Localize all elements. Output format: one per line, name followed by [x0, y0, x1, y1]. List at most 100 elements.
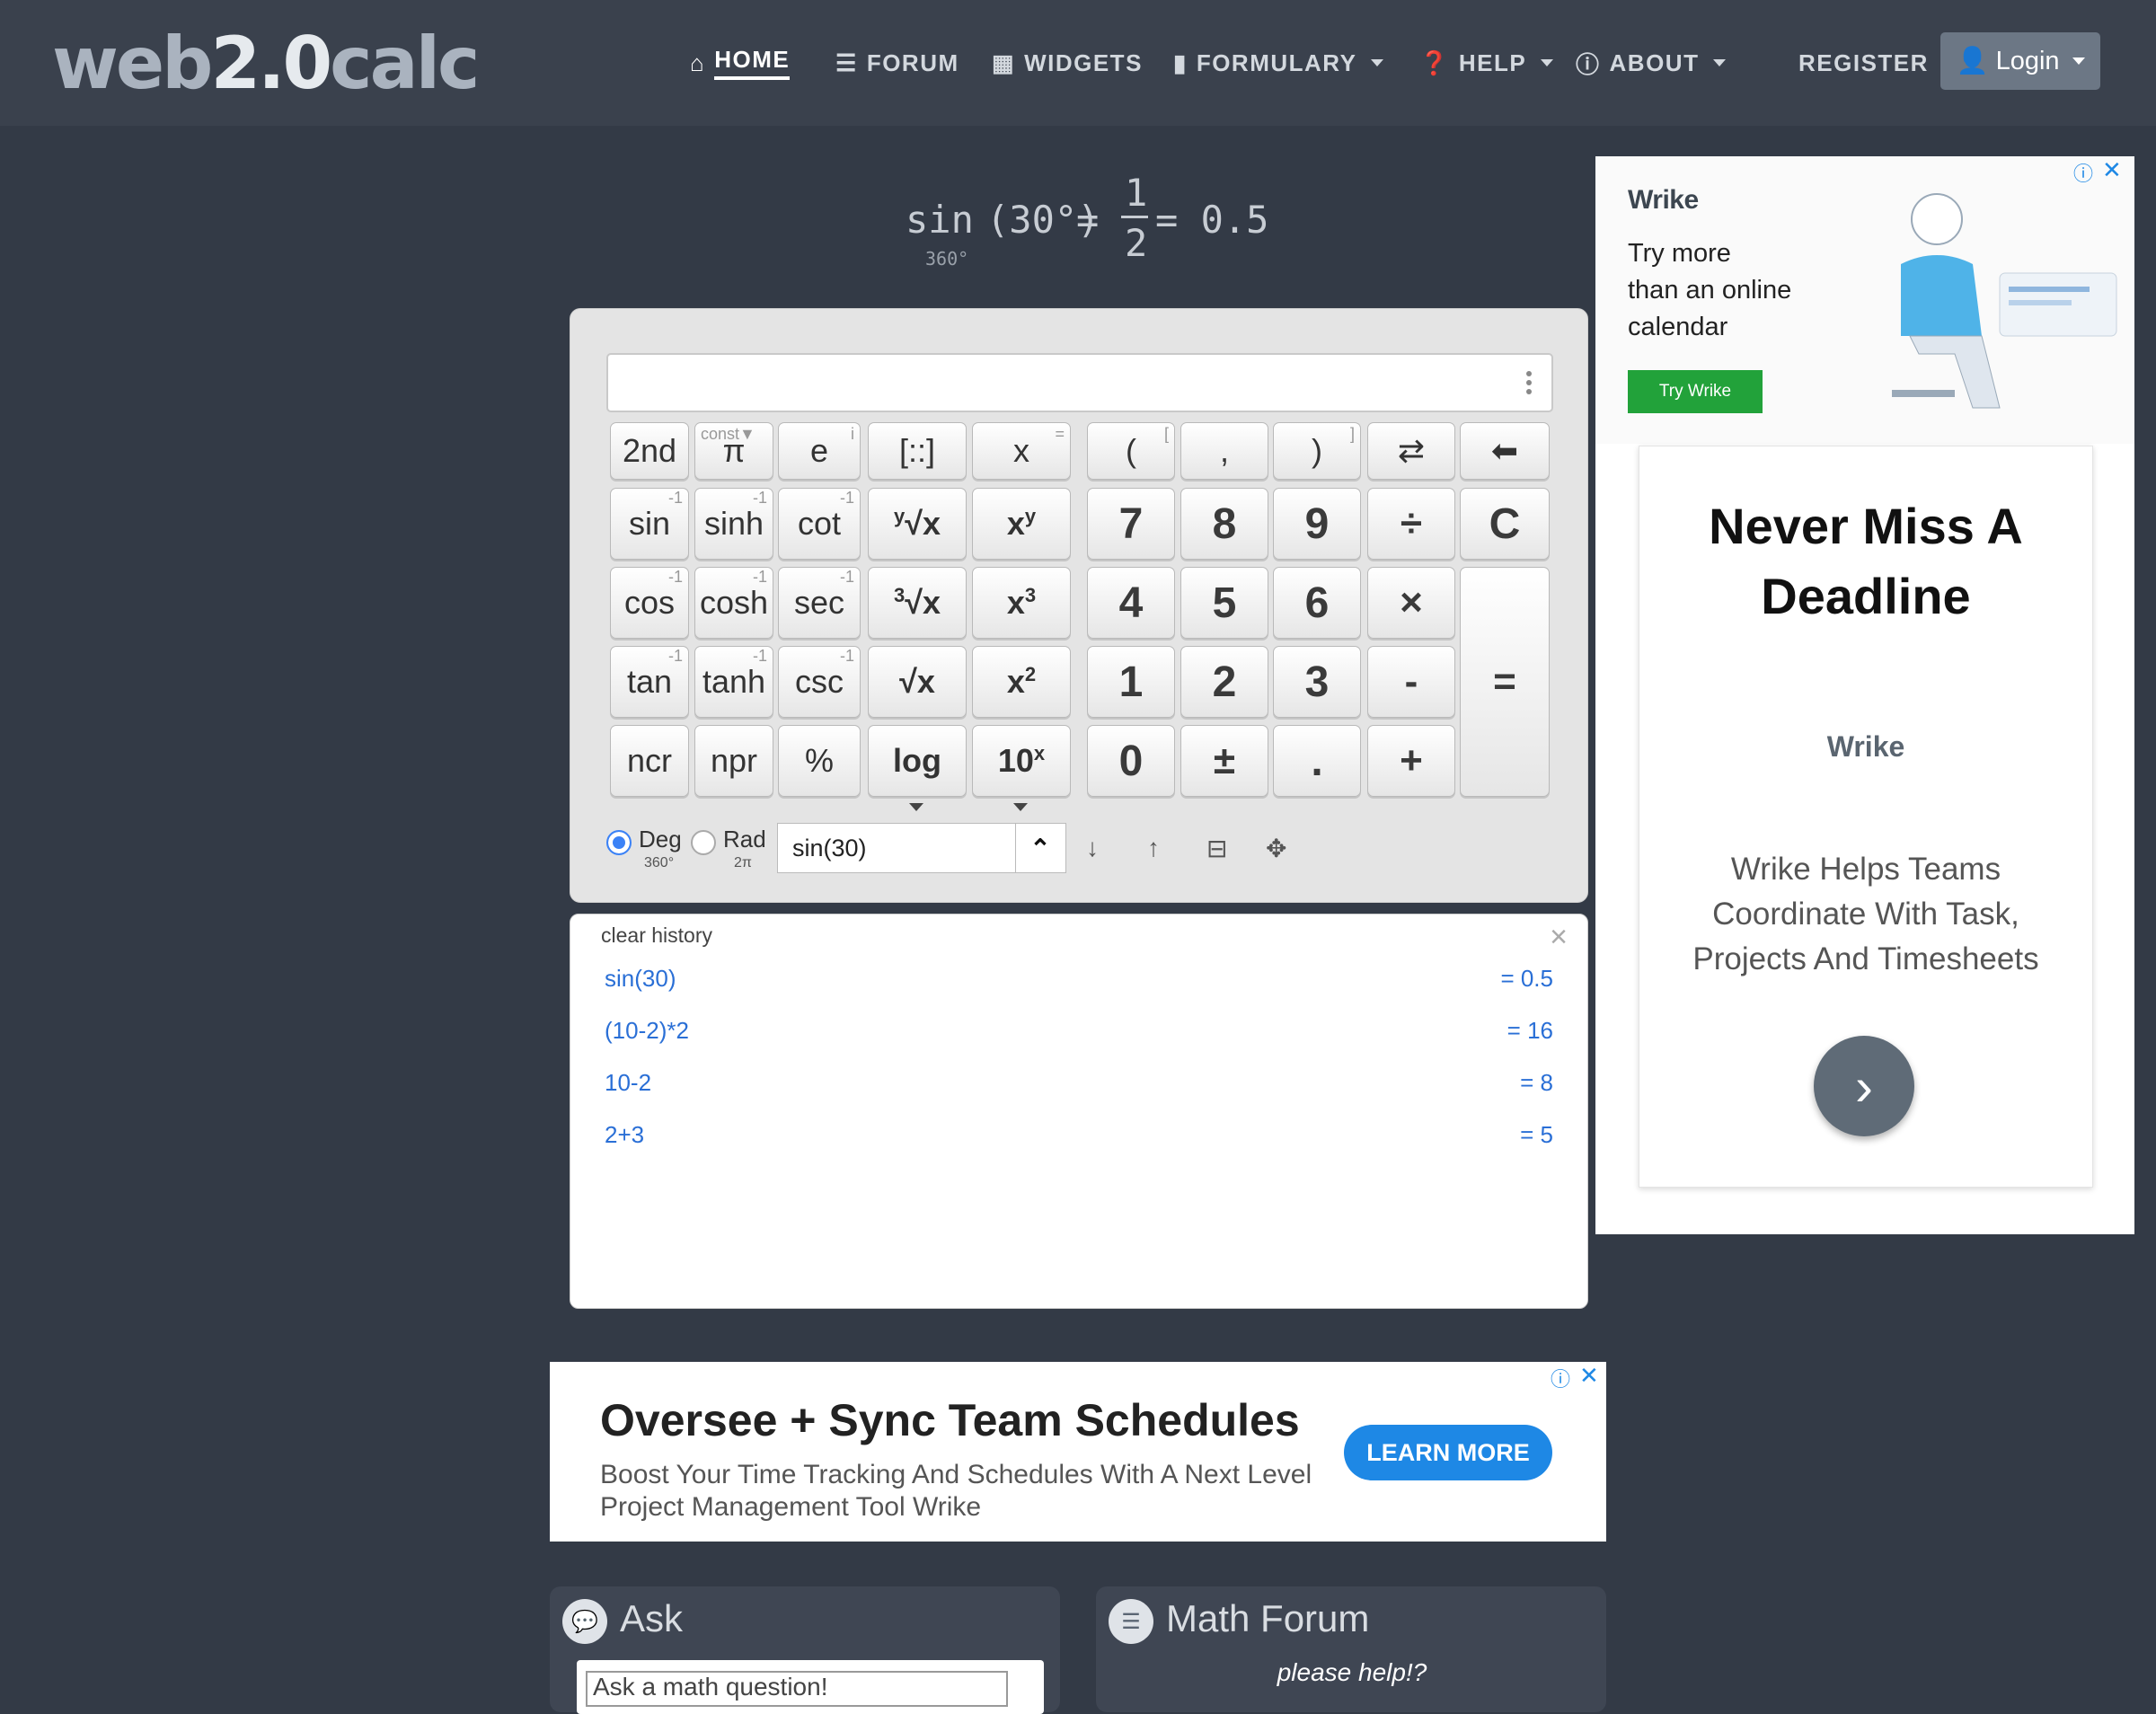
history-expression[interactable]: 2+3 — [605, 1121, 644, 1149]
log-options-caret-icon[interactable] — [909, 803, 923, 811]
key-tanh[interactable]: -1 tanh — [694, 646, 773, 718]
key-cube[interactable]: x3 — [972, 567, 1071, 639]
chevron-down-icon — [1713, 59, 1727, 66]
history-row[interactable]: 10-2 = 8 — [605, 1069, 1553, 1105]
history-result[interactable]: = 5 — [1520, 1121, 1553, 1149]
deg-radio[interactable] — [606, 830, 632, 855]
nav-help-label: HELP — [1458, 49, 1527, 76]
ad-close-icon[interactable]: ✕ — [2102, 156, 2122, 184]
key-rparen[interactable]: ]) — [1273, 422, 1361, 480]
key-2[interactable]: 2 — [1180, 646, 1268, 718]
nav-about[interactable]: ⓘ ABOUT — [1576, 45, 1727, 81]
key-5[interactable]: 5 — [1180, 567, 1268, 639]
key-3[interactable]: 3 — [1273, 646, 1361, 718]
history-row[interactable]: (10-2)*2 = 16 — [605, 1017, 1553, 1053]
key-plus[interactable]: + — [1367, 725, 1455, 797]
rad-radio[interactable] — [691, 830, 716, 855]
history-expression[interactable]: 10-2 — [605, 1069, 651, 1097]
key-7[interactable]: 7 — [1087, 488, 1175, 560]
key-8[interactable]: 8 — [1180, 488, 1268, 560]
clear-history-link[interactable]: clear history — [601, 923, 712, 948]
site-logo[interactable]: web2.0calc — [52, 22, 480, 105]
key-sec[interactable]: -1 sec — [778, 567, 861, 639]
key-decimal[interactable]: . — [1273, 725, 1361, 797]
forum-post-link[interactable]: please help!? — [1096, 1658, 1608, 1687]
history-row[interactable]: sin(30) = 0.5 — [605, 965, 1553, 1001]
key-cot[interactable]: -1 cot — [778, 488, 861, 560]
key-npr[interactable]: npr — [694, 725, 773, 797]
key-sinh[interactable]: -1 sinh — [694, 488, 773, 560]
nav-home[interactable]: ⌂ HOME — [690, 45, 791, 81]
expression-field[interactable]: sin(30) ⌃ — [777, 823, 1066, 873]
question-circle-icon: ❓ — [1419, 49, 1450, 76]
ask-question-input[interactable]: Ask a math question! — [586, 1671, 1008, 1707]
key-csc[interactable]: -1 csc — [778, 646, 861, 718]
side-advertisement[interactable]: Wrike Try more than an online calendar T… — [1595, 156, 2134, 1234]
window-icon[interactable]: ⊟ — [1206, 834, 1227, 863]
key-4[interactable]: 4 — [1087, 567, 1175, 639]
key-1[interactable]: 1 — [1087, 646, 1175, 718]
key-sqrt[interactable]: √x — [868, 646, 967, 718]
history-result[interactable]: = 8 — [1520, 1069, 1553, 1097]
key-matrix[interactable]: [::] — [868, 422, 967, 480]
key-power[interactable]: xy — [972, 488, 1071, 560]
history-expression[interactable]: sin(30) — [605, 965, 676, 993]
key-swap[interactable]: ⇄ — [1367, 422, 1455, 480]
nav-widgets[interactable]: ▦ WIDGETS — [992, 45, 1143, 81]
key-backspace[interactable]: ⬅ — [1460, 422, 1550, 480]
inverse-mark: -1 — [752, 647, 767, 665]
key-ncr[interactable]: ncr — [610, 725, 689, 797]
key-9[interactable]: 9 — [1273, 488, 1361, 560]
power-options-caret-icon[interactable] — [1013, 803, 1028, 811]
calculator-input[interactable] — [606, 353, 1553, 412]
history-row[interactable]: 2+3 = 5 — [605, 1121, 1553, 1157]
chevron-up-icon[interactable]: ⌃ — [1015, 824, 1065, 872]
key-square[interactable]: x2 — [972, 646, 1071, 718]
history-expression[interactable]: (10-2)*2 — [605, 1017, 689, 1045]
key-minus[interactable]: - — [1367, 646, 1455, 718]
bottom-advertisement[interactable]: Oversee + Sync Team Schedules Boost Your… — [550, 1362, 1606, 1542]
key-ten-power[interactable]: 10x — [972, 725, 1071, 797]
key-multiply[interactable]: × — [1367, 567, 1455, 639]
key-yroot[interactable]: y√x — [868, 488, 967, 560]
arrow-down-icon[interactable]: ↓ — [1086, 834, 1099, 862]
key-2nd[interactable]: 2nd — [610, 422, 689, 480]
move-icon[interactable]: ✥ — [1266, 834, 1286, 863]
key-tan[interactable]: -1 tan — [610, 646, 689, 718]
ad-info-icon[interactable]: ⓘ — [2073, 158, 2093, 187]
history-result[interactable]: = 16 — [1507, 1017, 1553, 1045]
key-clear[interactable]: C — [1460, 488, 1550, 560]
key-plus-minus[interactable]: ± — [1180, 725, 1268, 797]
key-6[interactable]: 6 — [1273, 567, 1361, 639]
nav-register[interactable]: REGISTER — [1798, 45, 1929, 81]
key-cos[interactable]: -1 cos — [610, 567, 689, 639]
key-cube-root[interactable]: 3√x — [868, 567, 967, 639]
key-divide[interactable]: ÷ — [1367, 488, 1455, 560]
key-cosh[interactable]: -1 cosh — [694, 567, 773, 639]
key-percent[interactable]: % — [778, 725, 861, 797]
ad-close-icon[interactable]: ✕ — [1579, 1362, 1599, 1390]
more-options-icon[interactable] — [1526, 371, 1532, 398]
login-button[interactable]: 👤 Login — [1940, 32, 2100, 90]
key-log[interactable]: log — [868, 725, 967, 797]
arrow-up-icon[interactable]: ↑ — [1147, 834, 1160, 862]
key-pi[interactable]: const▼ π — [694, 422, 773, 480]
history-result[interactable]: = 0.5 — [1500, 965, 1553, 993]
nav-forum[interactable]: ☰ FORUM — [835, 45, 959, 81]
key-comma[interactable]: , — [1180, 422, 1268, 480]
key-x[interactable]: = x — [972, 422, 1071, 480]
ad-banner-top[interactable]: Wrike Try more than an online calendar T… — [1595, 156, 2134, 444]
key-e[interactable]: ie — [778, 422, 861, 480]
chevron-right-icon[interactable]: › — [1814, 1036, 1914, 1136]
nav-formulary[interactable]: ▮ FORMULARY — [1173, 45, 1384, 81]
key-equals[interactable]: = — [1460, 567, 1550, 797]
ad-card[interactable]: Never Miss A Deadline Wrike Wrike Helps … — [1639, 446, 2093, 1188]
learn-more-button[interactable]: LEARN MORE — [1344, 1425, 1552, 1480]
key-0[interactable]: 0 — [1087, 725, 1175, 797]
close-icon[interactable]: × — [1550, 920, 1568, 955]
try-wrike-button[interactable]: Try Wrike — [1628, 370, 1763, 413]
key-lparen[interactable]: [( — [1087, 422, 1175, 480]
key-sin[interactable]: -1 sin — [610, 488, 689, 560]
ad-info-icon[interactable]: ⓘ — [1551, 1364, 1570, 1392]
nav-help[interactable]: ❓ HELP — [1419, 45, 1554, 81]
